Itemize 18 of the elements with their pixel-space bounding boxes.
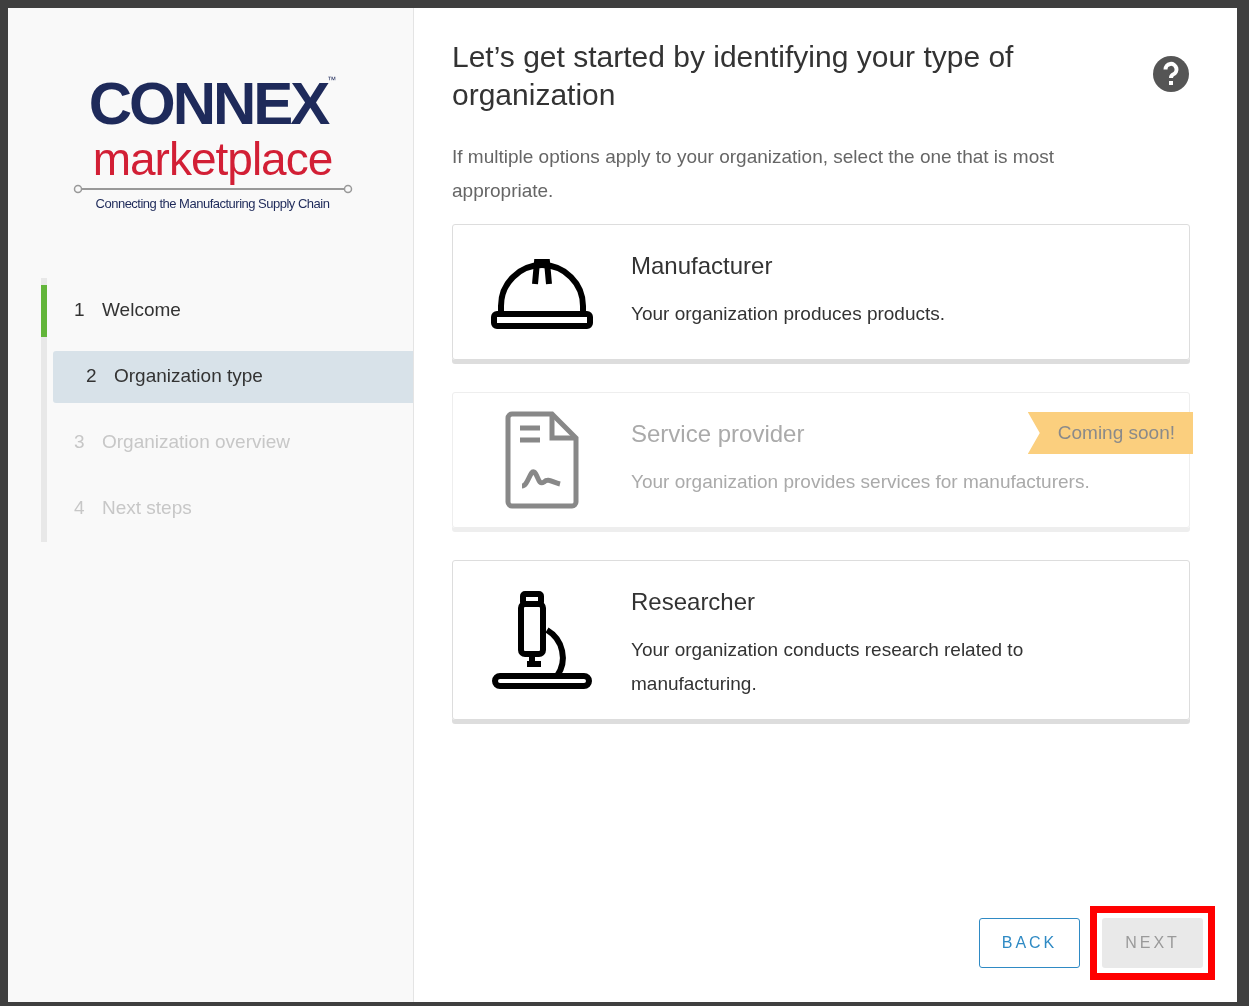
- step-item[interactable]: 1 Welcome: [41, 284, 413, 337]
- option-title: Researcher: [631, 587, 757, 617]
- intro-text: If multiple options apply to your organization, select the one that is most appropriate.: [452, 145, 1055, 203]
- back-button[interactable]: BACK: [979, 918, 1080, 968]
- option-description: Your organization produces products.: [631, 302, 946, 326]
- coming-soon-ribbon: Coming soon!: [1027, 412, 1193, 454]
- microscope-icon: [491, 590, 593, 690]
- option-title: Manufacturer: [631, 251, 774, 281]
- option-description: Your organization conducts research related to manufacturing.: [631, 638, 1025, 696]
- logo-wordmark: CONNEX: [88, 74, 328, 134]
- step-item[interactable]: 2 Organization type: [53, 350, 413, 403]
- logo-tagline: Connecting the Manufacturing Supply Chain: [95, 195, 330, 213]
- document-icon: [504, 410, 580, 510]
- page-heading: Let’s get started by identifying your type of organization: [452, 39, 1015, 113]
- help-icon[interactable]: [1153, 56, 1189, 92]
- logo-subtitle: marketplace: [92, 134, 333, 184]
- trademark-symbol: ™: [327, 74, 337, 85]
- option-description: Your organization provides services for manufacturers.: [631, 470, 1090, 494]
